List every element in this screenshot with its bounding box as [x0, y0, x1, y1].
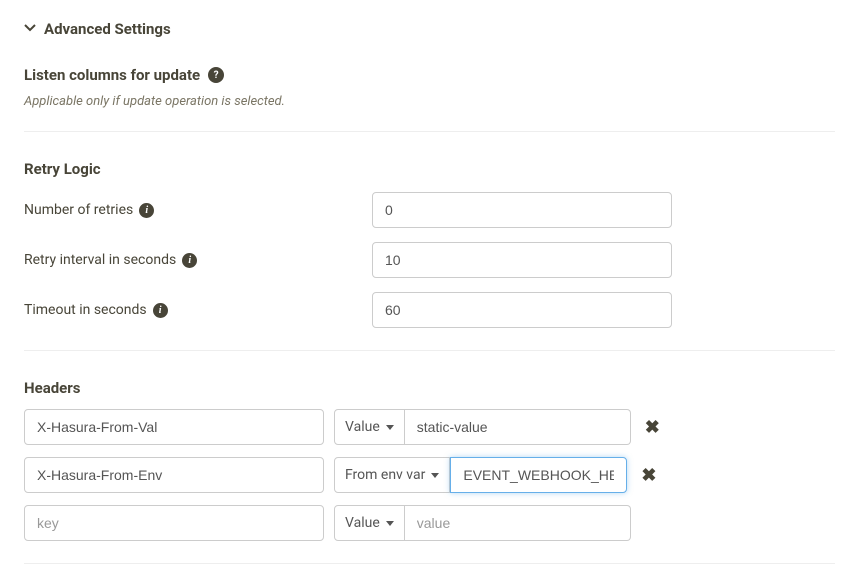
- info-icon[interactable]: [139, 203, 154, 218]
- advanced-settings-toggle[interactable]: Advanced Settings: [24, 20, 835, 38]
- divider: [24, 350, 835, 351]
- advanced-settings-title: Advanced Settings: [44, 20, 171, 38]
- remove-icon[interactable]: ✖: [641, 417, 664, 438]
- header-type-label: From env var: [345, 467, 425, 483]
- header-value-input[interactable]: [405, 505, 631, 541]
- header-value-input[interactable]: [405, 409, 631, 445]
- header-type-dropdown[interactable]: From env var: [334, 457, 450, 493]
- info-icon[interactable]: [182, 253, 197, 268]
- header-type-label: Value: [345, 515, 380, 531]
- info-icon[interactable]: [153, 303, 168, 318]
- header-type-dropdown[interactable]: Value: [334, 409, 405, 445]
- num-retries-label: Number of retries: [24, 202, 133, 218]
- retry-interval-input[interactable]: [372, 242, 672, 278]
- remove-icon[interactable]: ✖: [637, 465, 660, 486]
- listen-columns-hint: Applicable only if update operation is s…: [24, 94, 835, 109]
- header-row: From env var ✖: [24, 457, 835, 493]
- divider: [24, 131, 835, 132]
- header-type-label: Value: [345, 419, 380, 435]
- caret-down-icon: [431, 473, 439, 478]
- header-key-input[interactable]: [24, 505, 324, 541]
- timeout-input[interactable]: [372, 292, 672, 328]
- retry-logic-title: Retry Logic: [24, 160, 101, 178]
- header-key-input[interactable]: [24, 457, 324, 493]
- timeout-label: Timeout in seconds: [24, 302, 147, 318]
- header-value-input[interactable]: [450, 457, 627, 493]
- retry-interval-label: Retry interval in seconds: [24, 252, 176, 268]
- chevron-down-icon: [24, 22, 36, 37]
- caret-down-icon: [386, 425, 394, 430]
- header-row: Value ✖: [24, 409, 835, 445]
- listen-columns-title: Listen columns for update: [24, 66, 200, 84]
- headers-title: Headers: [24, 379, 80, 397]
- num-retries-input[interactable]: [372, 192, 672, 228]
- caret-down-icon: [386, 521, 394, 526]
- header-type-dropdown[interactable]: Value: [334, 505, 405, 541]
- help-icon[interactable]: [208, 67, 224, 83]
- divider: [24, 563, 835, 564]
- header-row: Value: [24, 505, 835, 541]
- header-key-input[interactable]: [24, 409, 324, 445]
